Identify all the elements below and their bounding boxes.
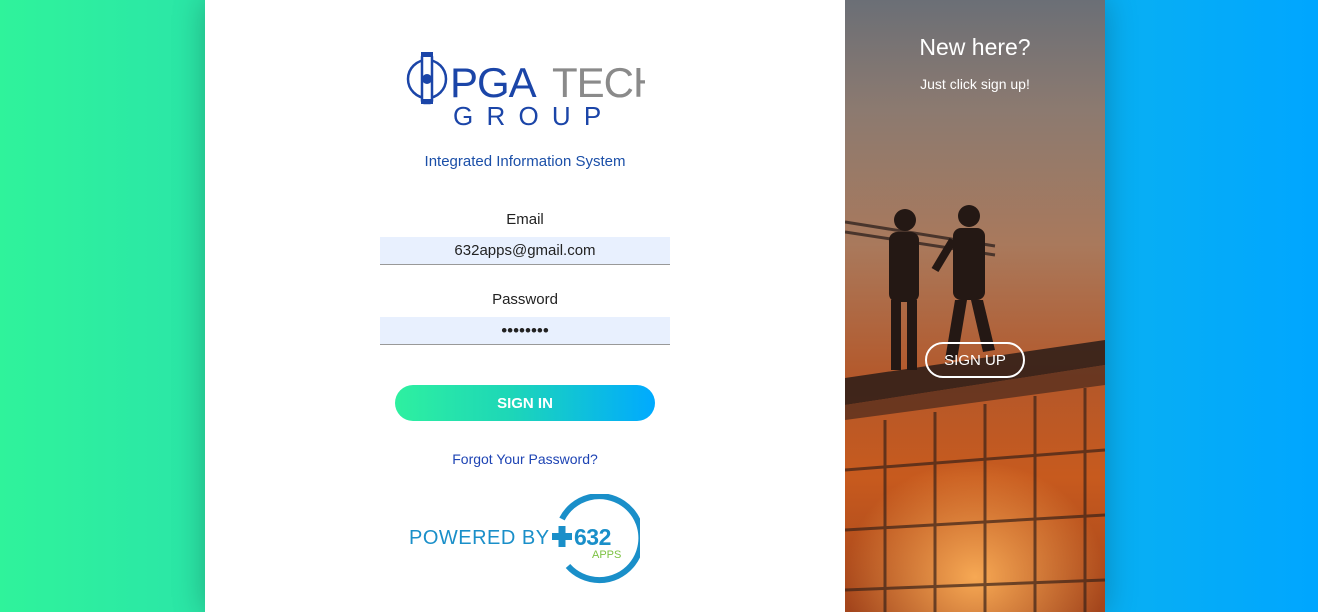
- login-card: PGA TECH G R O U P Integrated Informatio…: [205, 0, 1105, 612]
- email-field[interactable]: [380, 237, 670, 265]
- system-subtitle: Integrated Information System: [424, 153, 626, 170]
- logo-group-text: G R O U P: [453, 101, 604, 131]
- 632apps-logo: 632 APPS: [552, 494, 640, 584]
- logo-tech-text: TECH: [552, 59, 645, 106]
- logo-pga-text: PGA: [450, 59, 537, 106]
- password-field[interactable]: [380, 317, 670, 345]
- signup-tagline: Just click sign up!: [920, 76, 1030, 92]
- signup-panel: New here? Just click sign up! SIGN UP: [845, 0, 1105, 612]
- badge-apps: APPS: [592, 549, 621, 561]
- sign-in-button[interactable]: SIGN IN: [395, 385, 655, 421]
- password-label: Password: [492, 291, 558, 308]
- pipe-valve-icon: [406, 52, 448, 105]
- sign-up-button[interactable]: SIGN UP: [925, 342, 1025, 378]
- forgot-password-link[interactable]: Forgot Your Password?: [205, 451, 845, 467]
- plus-icon: [552, 526, 572, 547]
- pgatech-logo: PGA TECH G R O U P: [406, 52, 645, 131]
- login-panel: PGA TECH G R O U P Integrated Informatio…: [205, 0, 845, 612]
- email-label: Email: [506, 211, 544, 228]
- new-here-heading: New here?: [919, 34, 1031, 60]
- powered-by-label: POWERED BY: [409, 527, 550, 549]
- badge-number: 632: [574, 524, 611, 550]
